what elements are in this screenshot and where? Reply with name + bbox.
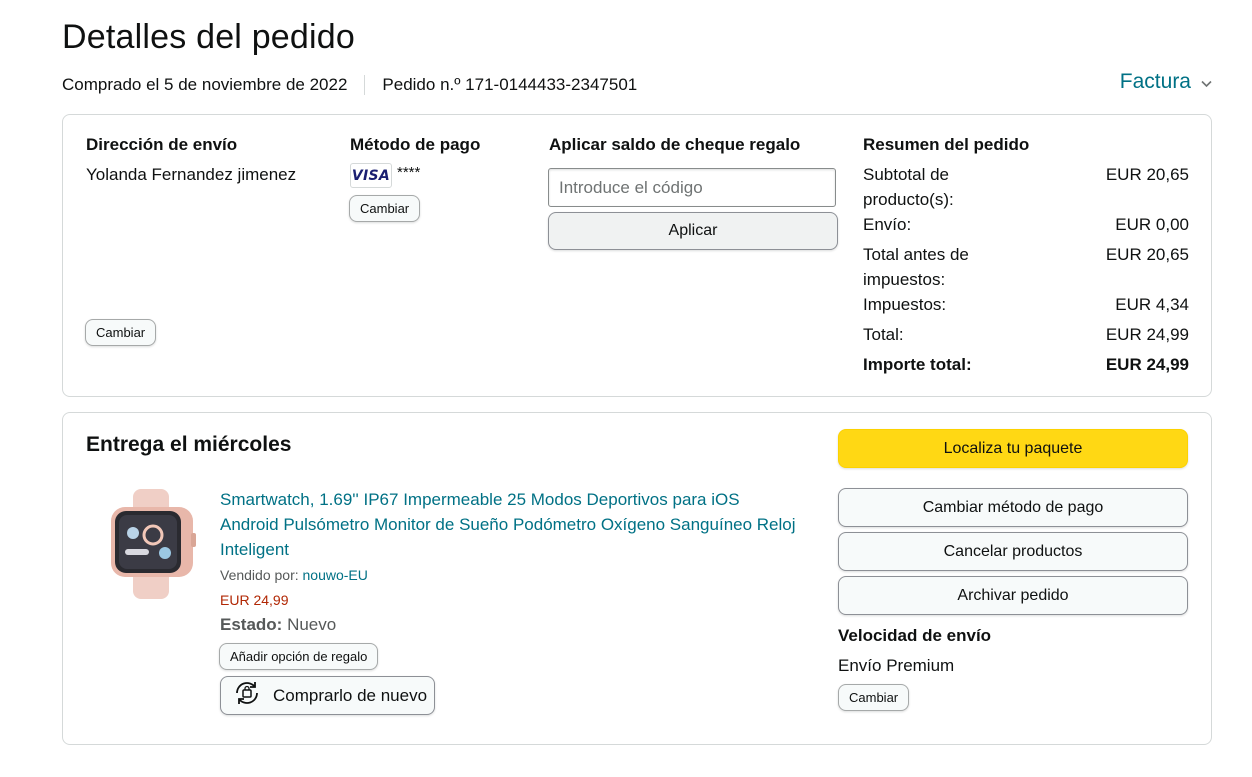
delivery-title: Entrega el miércoles: [86, 433, 292, 456]
visa-card-icon: VISA: [350, 163, 392, 188]
summary-row-tax: Impuestos: EUR 4,34: [863, 292, 1189, 317]
track-package-button[interactable]: Localiza tu paquete: [838, 429, 1188, 468]
payment-method-title: Método de pago: [350, 135, 481, 154]
change-payment-method-button[interactable]: Cambiar método de pago: [838, 488, 1188, 527]
order-info-card: Dirección de envío Yolanda Fernandez jim…: [62, 114, 1212, 397]
invoice-dropdown[interactable]: Factura: [1120, 70, 1212, 94]
summary-row-total: Total: EUR 24,99: [863, 322, 1189, 347]
summary-value: EUR 4,34: [1115, 295, 1189, 314]
summary-value: EUR 20,65: [1105, 245, 1189, 264]
shipping-speed-value: Envío Premium: [838, 656, 955, 675]
order-number: Pedido n.º 171-0144433-2347501: [382, 75, 638, 94]
invoice-label: Factura: [1119, 70, 1191, 93]
page-title: Detalles del pedido: [62, 18, 355, 56]
summary-label: Total:: [863, 325, 904, 344]
meta-divider: [364, 75, 366, 95]
summary-label: Importe total:: [863, 355, 972, 374]
summary-row-subtotal: Subtotal de producto(s): EUR 20,65: [863, 162, 1189, 212]
summary-row-pretax: Total antes de impuestos: EUR 20,65: [863, 242, 1189, 292]
summary-label: Impuestos:: [863, 295, 947, 314]
summary-row-grand-total: Importe total: EUR 24,99: [863, 352, 1189, 377]
summary-row-shipping: Envío: EUR 0,00: [863, 212, 1189, 237]
change-address-button[interactable]: Cambiar: [85, 319, 157, 346]
summary-value: EUR 24,99: [1105, 325, 1189, 344]
product-condition: Estado: Nuevo: [220, 615, 336, 635]
summary-value: EUR 24,99: [1105, 355, 1189, 374]
change-payment-button[interactable]: Cambiar: [349, 195, 421, 222]
seller-prefix: Vendido por:: [220, 567, 299, 583]
chevron-down-icon: [1201, 77, 1212, 91]
apply-gift-button[interactable]: Aplicar: [548, 212, 838, 250]
condition-value: Nuevo: [287, 615, 337, 634]
seller-info: Vendido por: nouwo-EU: [220, 567, 368, 583]
card-brand: VISA: [351, 167, 391, 184]
buy-again-button[interactable]: Comprarlo de nuevo: [220, 676, 435, 715]
summary-label: Total antes de impuestos:: [863, 245, 969, 289]
change-shipping-speed-button[interactable]: Cambiar: [838, 684, 910, 711]
archive-order-button[interactable]: Archivar pedido: [838, 576, 1188, 615]
summary-value: EUR 0,00: [1115, 215, 1189, 234]
product-title-link[interactable]: Smartwatch, 1.69'' IP67 Impermeable 25 M…: [220, 487, 800, 562]
smartwatch-product-image[interactable]: [103, 489, 203, 599]
gift-card-title: Aplicar saldo de cheque regalo: [549, 135, 801, 154]
seller-link[interactable]: nouwo-EU: [303, 567, 368, 583]
summary-label: Envío:: [863, 215, 912, 234]
delivery-card: Entrega el miércoles Smartwatch, 1.69'' …: [62, 412, 1212, 745]
product-price: EUR 24,99: [220, 592, 289, 608]
purchase-date: Comprado el 5 de noviembre de 2022: [62, 75, 348, 94]
cancel-items-button[interactable]: Cancelar productos: [838, 532, 1188, 571]
shipping-speed-title: Velocidad de envío: [838, 626, 992, 645]
order-summary-title: Resumen del pedido: [863, 135, 1030, 154]
shipping-name: Yolanda Fernandez jimenez: [86, 165, 297, 184]
card-masked-number: ****: [397, 164, 421, 181]
buy-again-label: Comprarlo de nuevo: [273, 685, 428, 705]
condition-label: Estado:: [220, 615, 283, 634]
order-meta: Comprado el 5 de noviembre de 2022 Pedid…: [62, 75, 637, 95]
add-gift-option-button[interactable]: Añadir opción de regalo: [219, 643, 379, 670]
shipping-address-title: Dirección de envío: [86, 135, 238, 154]
summary-label: Subtotal de producto(s):: [863, 165, 954, 209]
summary-value: EUR 20,65: [1105, 165, 1189, 184]
gift-code-input[interactable]: [548, 168, 836, 207]
buy-again-icon: [231, 677, 263, 714]
